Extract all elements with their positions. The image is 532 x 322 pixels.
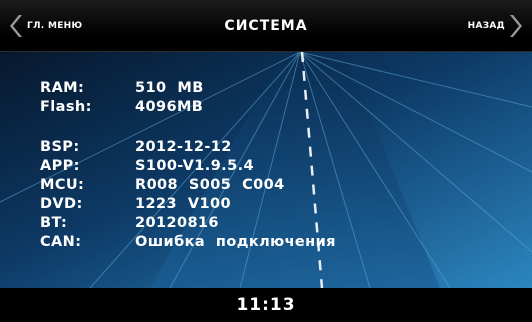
info-value: 1223 V100 — [135, 196, 231, 212]
info-row-can: CAN: Ошибка подключения — [40, 232, 336, 252]
info-label: BT: — [40, 215, 68, 231]
info-value: 20120816 — [135, 215, 219, 231]
chevron-left-icon — [10, 15, 22, 37]
chevron-right-icon — [510, 15, 522, 37]
system-info-panel: RAM: 510 MB Flash: 4096MB BSP: 2012-12-12 A… — [0, 52, 532, 288]
back-button[interactable]: НАЗАД — [468, 13, 522, 39]
top-bar: ГЛ. МЕНЮ СИСТЕМА НАЗАД — [0, 0, 532, 52]
info-value: 2012-12-12 — [135, 139, 232, 155]
info-label: BSP: — [40, 139, 80, 155]
info-label: APP: — [40, 158, 80, 174]
main-menu-label: ГЛ. МЕНЮ — [27, 21, 83, 31]
info-label: MCU: — [40, 177, 85, 193]
info-label: RAM: — [40, 80, 85, 96]
info-label: Flash: — [40, 99, 92, 115]
info-row-bsp: BSP: 2012-12-12 — [40, 137, 232, 157]
info-row-flash: Flash: 4096MB — [40, 97, 203, 117]
info-value: Ошибка подключения — [135, 234, 336, 250]
info-list: RAM: 510 MB Flash: 4096MB BSP: 2012-12-12 A… — [0, 52, 532, 288]
info-row-app: APP: S100-V1.9.5.4 — [40, 156, 254, 176]
clock: 11:13 — [236, 295, 296, 315]
status-bar: 11:13 — [0, 288, 532, 322]
info-label: DVD: — [40, 196, 83, 212]
info-row-dvd: DVD: 1223 V100 — [40, 194, 231, 214]
info-row-mcu: MCU: R008 S005 C004 — [40, 175, 285, 195]
info-row-bt: BT: 20120816 — [40, 213, 219, 233]
info-row-ram: RAM: 510 MB — [40, 78, 204, 98]
info-value: R008 S005 C004 — [135, 177, 285, 193]
info-value: S100-V1.9.5.4 — [135, 158, 254, 174]
info-label: CAN: — [40, 234, 82, 250]
info-value: 4096MB — [135, 99, 204, 115]
back-label: НАЗАД — [467, 21, 505, 31]
main-menu-button[interactable]: ГЛ. МЕНЮ — [10, 13, 82, 39]
info-value: 510 MB — [135, 80, 204, 96]
